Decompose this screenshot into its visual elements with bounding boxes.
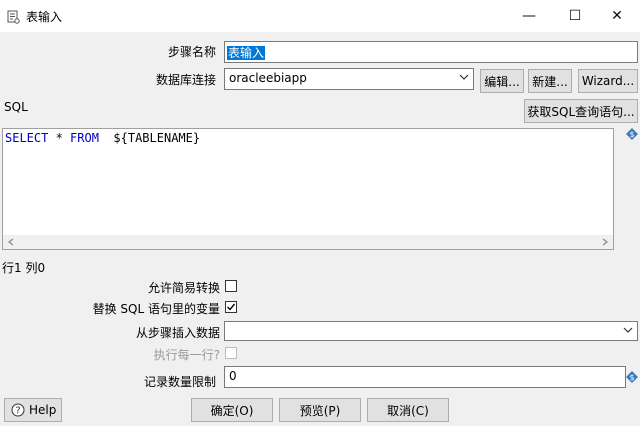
- new-connection-button[interactable]: 新建...: [528, 69, 572, 93]
- lazy-conversion-checkbox[interactable]: [225, 280, 237, 292]
- limit-value: 0: [229, 369, 237, 383]
- chevron-down-icon: [459, 74, 469, 80]
- sql-text: SELECT * FROM ${TABLENAME}: [5, 131, 200, 145]
- minimize-button[interactable]: —: [506, 0, 552, 32]
- step-name-value: 表输入: [227, 46, 266, 60]
- sql-star: *: [48, 131, 71, 145]
- limit-label: 记录数量限制: [143, 375, 216, 389]
- help-button[interactable]: ? Help: [4, 398, 62, 422]
- insert-from-step-label: 从步骤插入数据: [135, 326, 220, 340]
- preview-button[interactable]: 预览(P): [279, 398, 361, 422]
- svg-text:$: $: [629, 130, 634, 139]
- lazy-conversion-label: 允许简易转换: [147, 281, 220, 295]
- insert-from-step-select[interactable]: [224, 321, 638, 341]
- horizontal-scrollbar[interactable]: [3, 235, 613, 249]
- db-connection-value: oracleebiapp: [229, 71, 307, 85]
- table-input-icon: [7, 10, 20, 24]
- maximize-icon: ☐: [568, 8, 582, 24]
- edit-connection-button[interactable]: 编辑...: [480, 69, 524, 93]
- variable-icon: $: [626, 128, 638, 140]
- wizard-button[interactable]: Wizard...: [578, 69, 638, 93]
- checkmark-icon: [227, 303, 236, 311]
- minimize-icon: —: [522, 8, 536, 24]
- maximize-button[interactable]: ☐: [552, 0, 598, 32]
- cancel-button[interactable]: 取消(C): [367, 398, 449, 422]
- help-icon: ?: [11, 403, 25, 417]
- ok-button[interactable]: 确定(O): [191, 398, 273, 422]
- sql-keyword-from: FROM: [70, 131, 99, 145]
- step-name-label: 步骤名称: [167, 45, 216, 59]
- window-title: 表输入: [26, 10, 63, 24]
- replace-variables-label: 替换 SQL 语句里的变量: [92, 302, 220, 316]
- sql-editor[interactable]: SELECT * FROM ${TABLENAME}: [2, 128, 614, 250]
- limit-input[interactable]: 0: [224, 366, 626, 388]
- execute-each-row-label: 执行每一行?: [153, 348, 220, 362]
- cursor-position: 行1 列0: [2, 261, 46, 275]
- help-label: Help: [29, 403, 57, 417]
- db-connection-select[interactable]: oracleebiapp: [224, 68, 474, 90]
- close-button[interactable]: ✕: [594, 0, 640, 32]
- sql-table-variable: ${TABLENAME}: [98, 131, 201, 145]
- chevron-down-icon: [623, 327, 633, 333]
- execute-each-row-checkbox: [225, 347, 237, 359]
- replace-variables-checkbox[interactable]: [225, 301, 237, 313]
- variable-icon: $: [626, 371, 638, 383]
- svg-text:$: $: [629, 373, 634, 382]
- sql-label: SQL: [4, 100, 28, 114]
- sql-keyword-select: SELECT: [5, 131, 49, 145]
- step-name-input[interactable]: 表输入: [224, 41, 638, 63]
- get-sql-query-button[interactable]: 获取SQL查询语句...: [524, 99, 638, 123]
- scroll-left-icon[interactable]: [7, 238, 15, 246]
- svg-text:?: ?: [15, 406, 20, 417]
- scroll-right-icon[interactable]: [601, 238, 609, 246]
- close-icon: ✕: [611, 8, 623, 24]
- db-connection-label: 数据库连接: [155, 73, 216, 87]
